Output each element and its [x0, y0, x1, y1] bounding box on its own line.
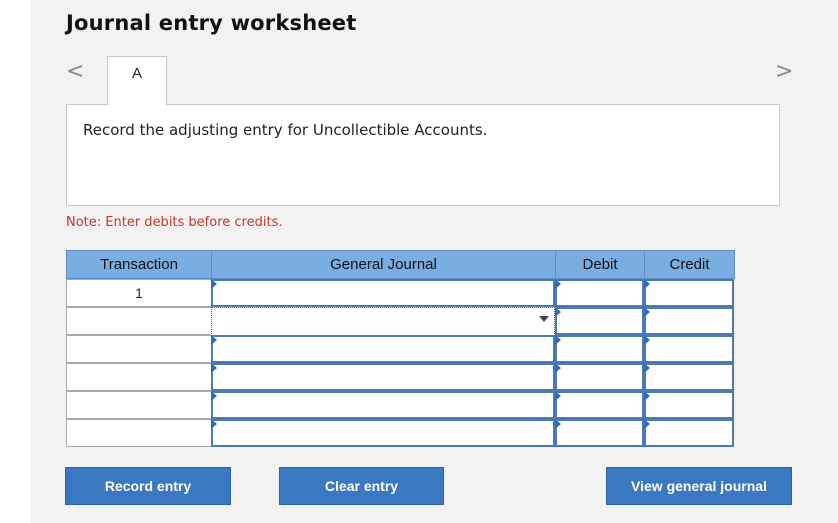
input-marker-icon [644, 279, 650, 289]
account-input[interactable] [211, 363, 555, 391]
header-transaction: Transaction [66, 250, 212, 279]
input-marker-icon [644, 363, 650, 373]
note-text: Note: Enter debits before credits. [66, 215, 283, 230]
input-marker-icon [211, 391, 217, 401]
transaction-cell [66, 391, 212, 419]
instruction-text: Record the adjusting entry for Uncollect… [83, 121, 488, 139]
transaction-cell [66, 335, 212, 363]
credit-input[interactable] [644, 279, 734, 307]
debit-input[interactable] [555, 307, 644, 335]
view-general-journal-button[interactable]: View general journal [606, 467, 792, 505]
transaction-cell: 1 [66, 279, 212, 307]
debit-input[interactable] [555, 335, 644, 363]
focus-outline [211, 307, 555, 336]
input-marker-icon [644, 335, 650, 345]
input-marker-icon [644, 307, 650, 317]
input-marker-icon [555, 279, 561, 289]
input-marker-icon [211, 419, 217, 429]
transaction-cell [66, 363, 212, 391]
account-input[interactable] [211, 279, 555, 307]
header-general-journal: General Journal [211, 250, 556, 279]
input-marker-icon [211, 279, 217, 289]
instruction-box: Record the adjusting entry for Uncollect… [66, 105, 780, 206]
input-marker-icon [211, 335, 217, 345]
credit-input[interactable] [644, 363, 734, 391]
credit-input[interactable] [644, 419, 734, 447]
credit-input[interactable] [644, 391, 734, 419]
input-marker-icon [555, 335, 561, 345]
credit-input[interactable] [644, 335, 734, 363]
transaction-cell [66, 419, 212, 447]
header-debit: Debit [555, 250, 645, 279]
page-title: Journal entry worksheet [66, 11, 357, 35]
transaction-cell [66, 307, 212, 335]
input-marker-icon [644, 391, 650, 401]
input-marker-icon [555, 419, 561, 429]
record-entry-button[interactable]: Record entry [65, 467, 231, 505]
prev-arrow-icon[interactable]: < [66, 61, 84, 83]
input-marker-icon [555, 363, 561, 373]
input-marker-icon [555, 391, 561, 401]
credit-input[interactable] [644, 307, 734, 335]
debit-input[interactable] [555, 391, 644, 419]
account-input[interactable] [211, 335, 555, 363]
debit-input[interactable] [555, 363, 644, 391]
input-marker-icon [211, 363, 217, 373]
input-marker-icon [644, 419, 650, 429]
debit-input[interactable] [555, 279, 644, 307]
debit-input[interactable] [555, 419, 644, 447]
clear-entry-button[interactable]: Clear entry [279, 467, 444, 505]
tab-a[interactable]: A [107, 56, 167, 105]
next-arrow-icon[interactable]: > [775, 61, 793, 83]
header-credit: Credit [644, 250, 735, 279]
account-input[interactable] [211, 391, 555, 419]
input-marker-icon [555, 307, 561, 317]
account-input[interactable] [211, 419, 555, 447]
